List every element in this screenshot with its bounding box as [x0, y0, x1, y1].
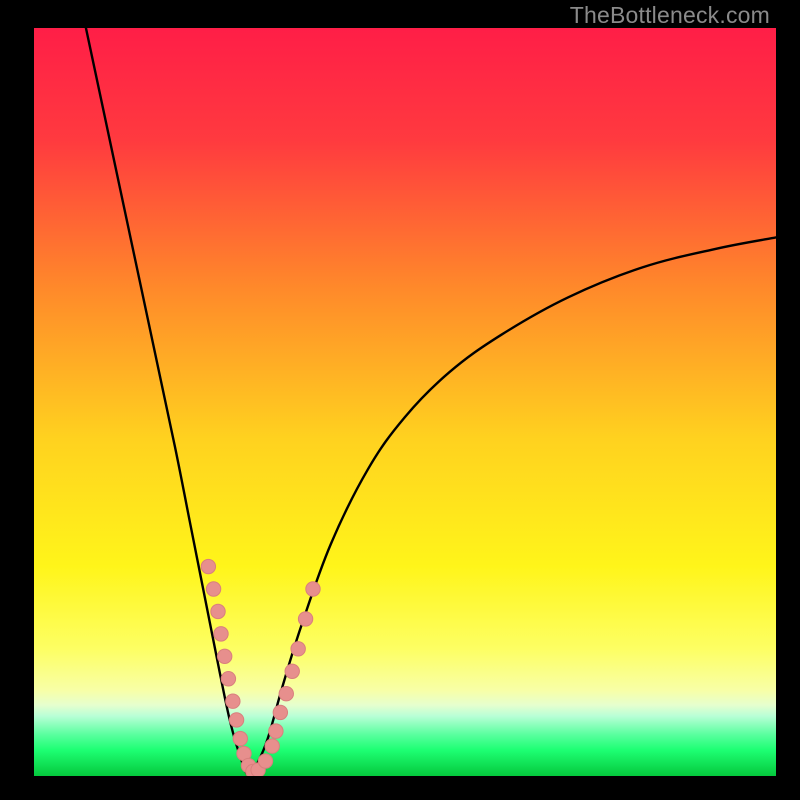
highlight-dot: [233, 731, 247, 745]
highlight-dot: [226, 694, 240, 708]
bottleneck-curve: [34, 28, 776, 776]
highlight-dot: [265, 739, 279, 753]
highlight-dot: [279, 687, 293, 701]
watermark-text: TheBottleneck.com: [570, 2, 770, 29]
highlight-dot: [217, 649, 231, 663]
bottleneck-curve-path: [86, 28, 776, 776]
highlight-dot: [269, 724, 283, 738]
stage: TheBottleneck.com: [0, 0, 800, 800]
highlight-dot: [258, 754, 272, 768]
highlight-dot: [214, 627, 228, 641]
highlight-dot: [211, 604, 225, 618]
highlight-dot: [298, 612, 312, 626]
highlight-dot: [206, 582, 220, 596]
highlight-dot: [229, 713, 243, 727]
highlight-dot: [285, 664, 299, 678]
highlight-dot: [221, 672, 235, 686]
highlight-dot: [201, 559, 215, 573]
plot-area: [34, 28, 776, 776]
highlight-dot: [291, 642, 305, 656]
highlight-dot: [273, 705, 287, 719]
highlight-dot: [306, 582, 320, 596]
